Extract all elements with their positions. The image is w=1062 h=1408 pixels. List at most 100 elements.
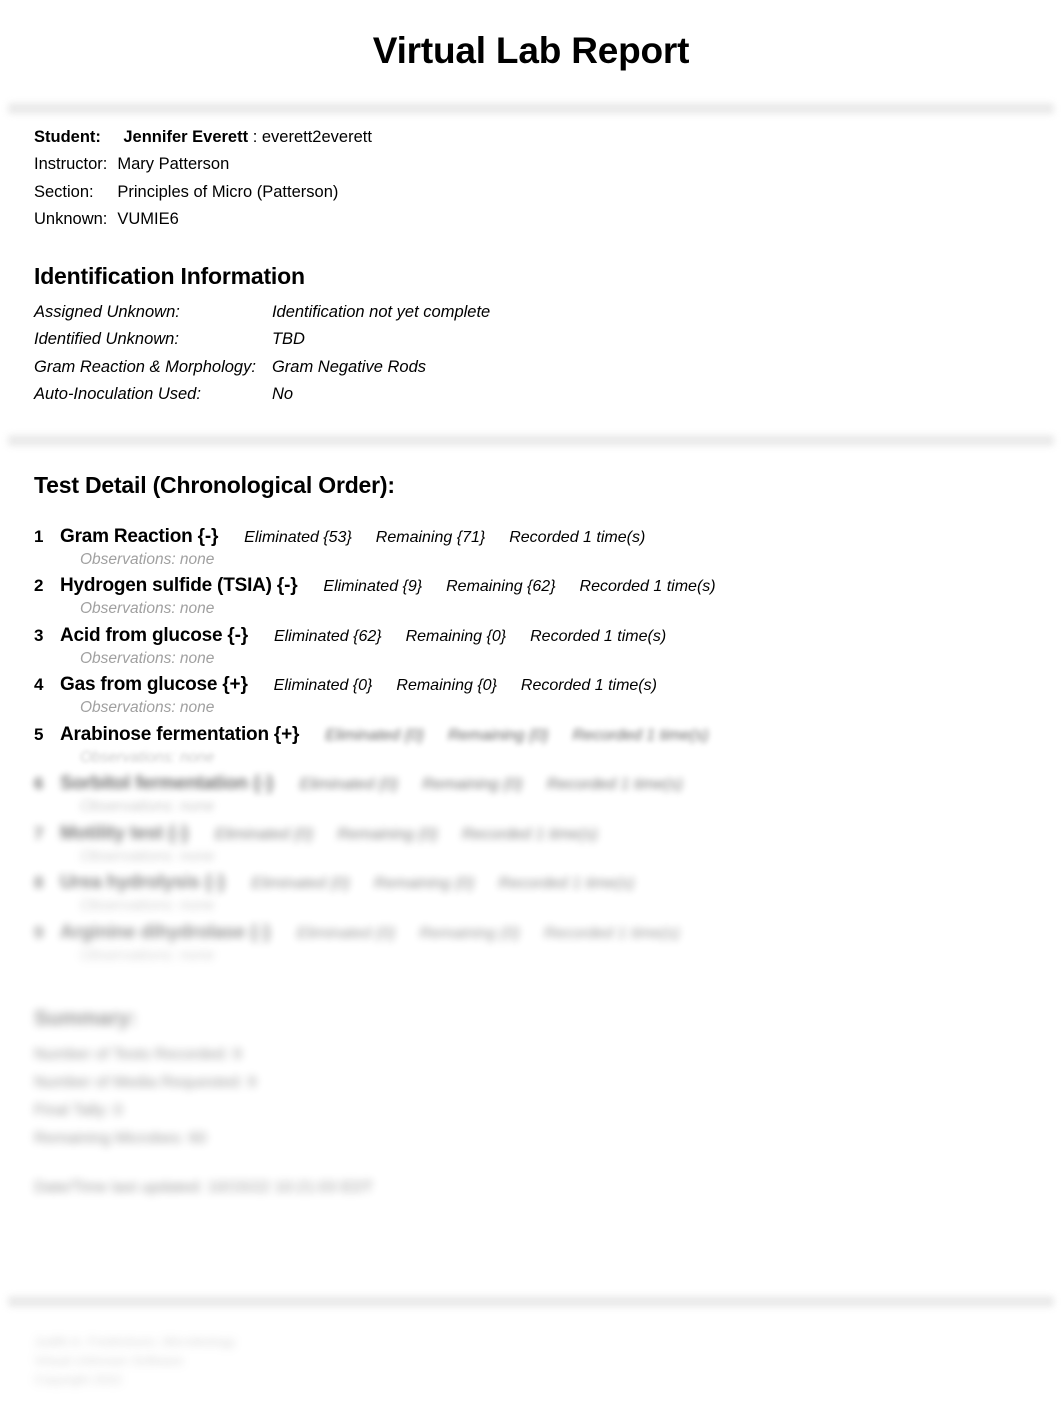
unknown-value: VUMIE6 bbox=[117, 210, 179, 229]
gram-reaction-value: Gram Negative Rods bbox=[271, 357, 426, 376]
ident-row: Assigned Unknown: Identification not yet… bbox=[34, 304, 490, 332]
test-remaining: Remaining {62} bbox=[446, 578, 556, 596]
test-main-line: 4 Gas from glucose {+} Eliminated {0} Re… bbox=[34, 675, 1028, 694]
summary-line: Remaining Microbes: 60 bbox=[34, 1130, 207, 1148]
unknown-label: Unknown: bbox=[34, 210, 108, 229]
test-main-line: 5 Arabinose fermentation {+} Eliminated … bbox=[34, 725, 1028, 744]
footer-line: Judith A. Fredrickson, Microbiology bbox=[34, 1334, 236, 1349]
unknown-info-row: Unknown: VUMIE6 bbox=[34, 211, 372, 239]
test-main-line: 8 Urea hydrolysis {-} Eliminated {0} Rem… bbox=[34, 873, 1028, 892]
test-stats: Eliminated {0} Remaining {0} Recorded 1 … bbox=[299, 726, 709, 744]
student-login: : everett2everett bbox=[252, 127, 372, 146]
instructor-info-row: Instructor: Mary Patterson bbox=[34, 156, 372, 184]
page-footer: Judith A. Fredrickson, Microbiology Virt… bbox=[0, 1317, 270, 1390]
footer-line: Copyright 2022 bbox=[34, 1371, 123, 1387]
test-number: 6 bbox=[34, 774, 44, 794]
test-number: 7 bbox=[34, 823, 44, 843]
test-name: Hydrogen sulfide (TSIA) {-} bbox=[60, 575, 298, 597]
instructor-label: Instructor: bbox=[34, 155, 108, 174]
section-label: Section: bbox=[34, 182, 94, 201]
test-eliminated: Eliminated {0} bbox=[251, 875, 350, 893]
divider-middle bbox=[8, 434, 1054, 446]
test-observations: Observations: none bbox=[80, 748, 215, 766]
summary-line: Number of Tests Recorded: 9 bbox=[34, 1046, 242, 1064]
test-name: Arabinose fermentation {+} bbox=[60, 723, 300, 745]
identification-heading: Identification Information bbox=[34, 262, 305, 289]
last-updated-line: Date/Time last updated: 10/15/22 10:21:0… bbox=[34, 1179, 374, 1197]
test-remaining: Remaining {0} bbox=[405, 627, 507, 645]
summary-line: Number of Media Requested: 9 bbox=[34, 1074, 257, 1092]
test-row: 9 Arginine dihydrolase {-} Eliminated {0… bbox=[34, 923, 1028, 964]
test-eliminated: Eliminated {0} bbox=[299, 776, 399, 794]
divider-bottom bbox=[8, 1296, 1054, 1307]
test-row: 5 Arabinose fermentation {+} Eliminated … bbox=[34, 725, 1028, 766]
student-info-section: Student: Jennifer Everett : everett2ever… bbox=[0, 127, 1062, 414]
student-label: Student: bbox=[34, 127, 101, 146]
test-eliminated: Eliminated {9} bbox=[323, 578, 423, 596]
student-info-table: Student: Jennifer Everett : everett2ever… bbox=[34, 127, 372, 239]
test-eliminated: Eliminated {62} bbox=[273, 627, 382, 645]
test-stats: Eliminated {0} Remaining {0} Recorded 1 … bbox=[271, 924, 680, 942]
test-remaining: Remaining {0} bbox=[337, 825, 438, 843]
ident-row: Auto-Inoculation Used: No bbox=[34, 386, 490, 414]
test-main-line: 2 Hydrogen sulfide (TSIA) {-} Eliminated… bbox=[34, 576, 1028, 595]
test-number: 9 bbox=[34, 922, 44, 942]
test-remaining: Remaining {0} bbox=[373, 875, 475, 893]
test-observations: Observations: none bbox=[80, 600, 215, 618]
test-recorded: Recorded 1 time(s) bbox=[572, 726, 709, 744]
lab-report-page: Virtual Lab Report Student: Jennifer Eve… bbox=[0, 30, 1062, 1408]
footer-line: Virtual Unknown Software bbox=[34, 1352, 184, 1368]
test-recorded: Recorded 1 time(s) bbox=[498, 875, 635, 893]
test-observations: Observations: none bbox=[80, 847, 215, 865]
divider-top bbox=[8, 102, 1054, 114]
auto-inoculation-label: Auto-Inoculation Used: bbox=[34, 385, 201, 404]
assigned-unknown-value: Identification not yet complete bbox=[271, 302, 491, 321]
test-row: 1 Gram Reaction {-} Eliminated {53} Rema… bbox=[34, 527, 1028, 568]
test-recorded: Recorded 1 time(s) bbox=[546, 776, 683, 794]
test-number: 5 bbox=[34, 724, 44, 744]
test-number: 2 bbox=[34, 576, 44, 596]
test-remaining: Remaining {0} bbox=[419, 924, 520, 942]
summary-line: Final Tally: 0 bbox=[34, 1102, 123, 1120]
test-number: 8 bbox=[34, 873, 44, 893]
ident-row: Identified Unknown: TBD bbox=[34, 331, 490, 359]
test-number: 4 bbox=[34, 675, 44, 695]
test-eliminated: Eliminated {0} bbox=[296, 924, 396, 942]
test-name: Motility test {-} bbox=[60, 822, 189, 844]
test-eliminated: Eliminated {0} bbox=[325, 726, 424, 744]
test-remaining: Remaining {71} bbox=[375, 528, 486, 546]
test-name: Urea hydrolysis {-} bbox=[60, 872, 226, 894]
identified-unknown-value: TBD bbox=[271, 330, 305, 349]
test-main-line: 7 Motility test {-} Eliminated {0} Remai… bbox=[34, 824, 1028, 843]
test-row: 6 Sorbitol fermentation {-} Eliminated {… bbox=[34, 774, 1028, 815]
test-number: 3 bbox=[34, 625, 44, 645]
test-main-line: 1 Gram Reaction {-} Eliminated {53} Rema… bbox=[34, 527, 1028, 546]
test-name: Arginine dihydrolase {-} bbox=[60, 921, 271, 943]
section-info-row: Section: Principles of Micro (Patterson) bbox=[34, 184, 372, 212]
test-observations: Observations: none bbox=[80, 798, 215, 816]
test-number: 1 bbox=[34, 526, 44, 546]
test-recorded: Recorded 1 time(s) bbox=[520, 677, 657, 695]
auto-inoculation-value: No bbox=[271, 385, 294, 404]
test-remaining: Remaining {0} bbox=[422, 776, 523, 794]
test-name: Gram Reaction {-} bbox=[60, 525, 219, 547]
identification-table: Assigned Unknown: Identification not yet… bbox=[34, 304, 490, 414]
test-observations: Observations: none bbox=[80, 946, 215, 964]
page-title: Virtual Lab Report bbox=[372, 30, 690, 71]
instructor-value: Mary Patterson bbox=[117, 155, 230, 174]
test-list: 1 Gram Reaction {-} Eliminated {53} Rema… bbox=[34, 527, 1028, 964]
test-main-line: 3 Acid from glucose {-} Eliminated {62} … bbox=[34, 626, 1028, 645]
test-stats: Eliminated {62} Remaining {0} Recorded 1… bbox=[248, 627, 666, 645]
test-stats: Eliminated {53} Remaining {71} Recorded … bbox=[218, 528, 645, 546]
test-name: Sorbitol fermentation {-} bbox=[60, 773, 274, 795]
test-remaining: Remaining {0} bbox=[396, 677, 497, 695]
test-stats: Eliminated {0} Remaining {0} Recorded 1 … bbox=[225, 876, 634, 892]
test-stats: Eliminated {0} Remaining {0} Recorded 1 … bbox=[274, 777, 683, 793]
student-info-row: Student: Jennifer Everett : everett2ever… bbox=[34, 127, 372, 157]
test-row: 4 Gas from glucose {+} Eliminated {0} Re… bbox=[34, 675, 1028, 716]
test-stats: Eliminated {0} Remaining {0} Recorded 1 … bbox=[248, 678, 657, 694]
section-value: Principles of Micro (Patterson) bbox=[117, 182, 339, 201]
test-eliminated: Eliminated {0} bbox=[214, 825, 314, 843]
test-detail-section: Test Detail (Chronological Order): 1 Gra… bbox=[0, 472, 1062, 1197]
gram-reaction-label: Gram Reaction & Morphology: bbox=[34, 357, 256, 376]
